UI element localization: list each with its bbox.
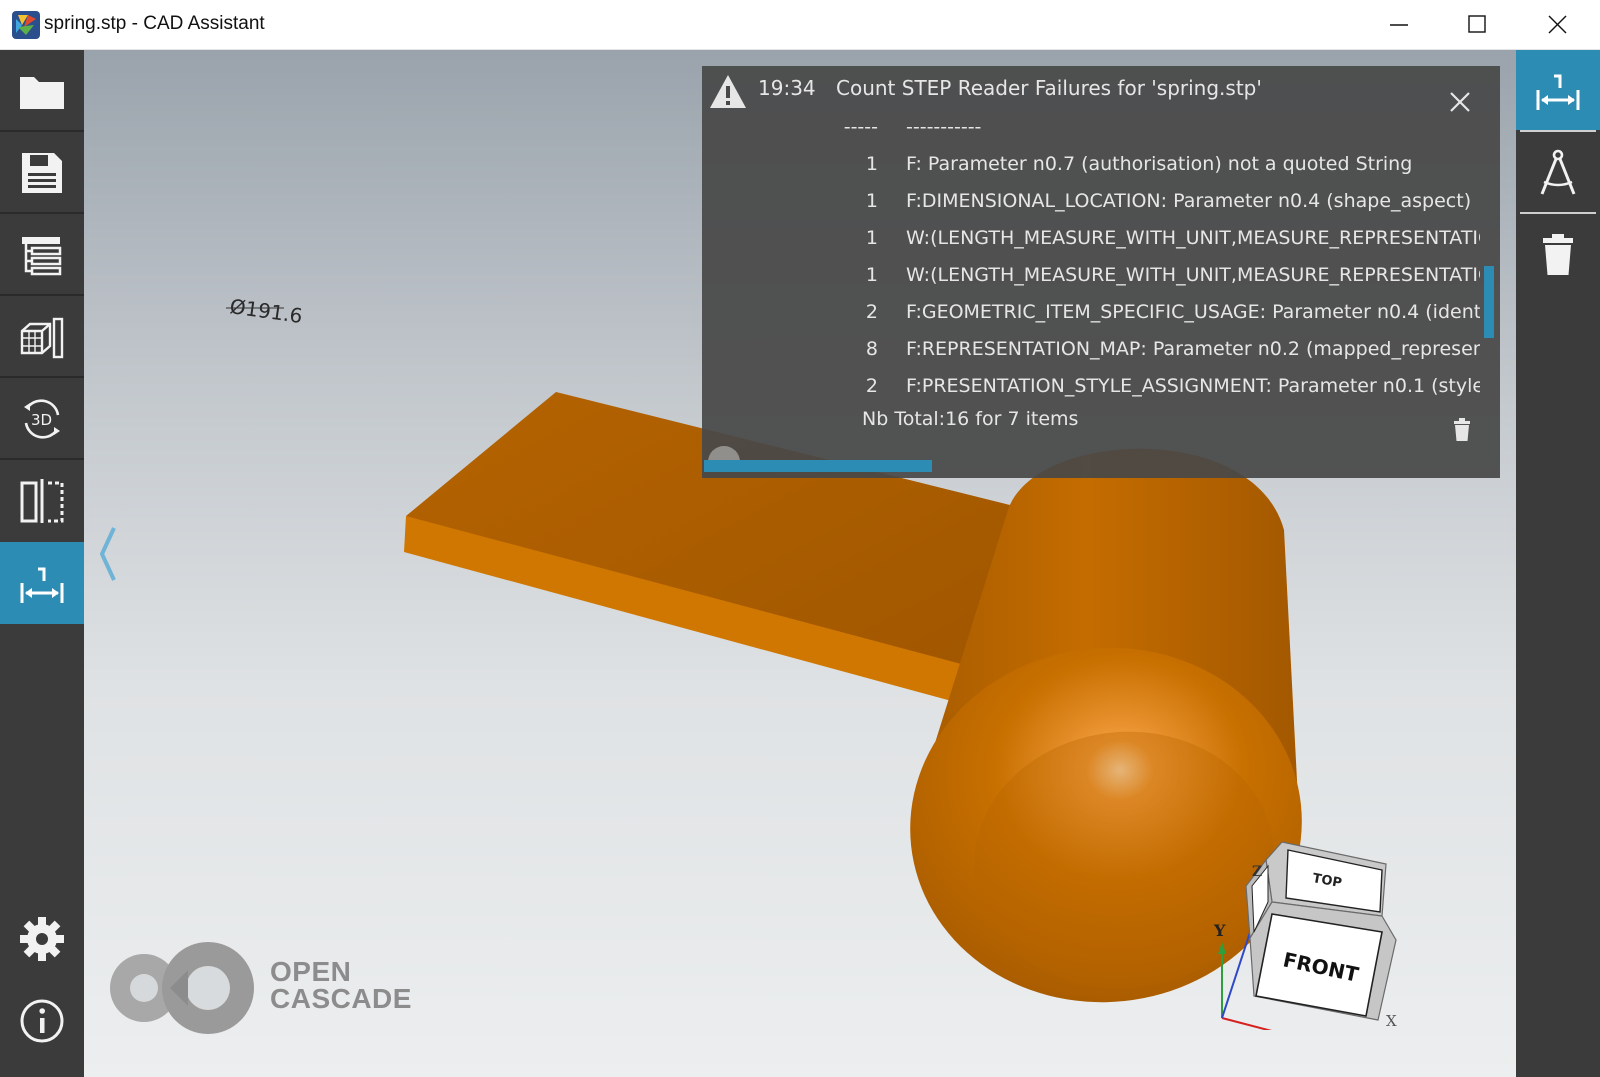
- message-title: Count STEP Reader Failures for 'spring.s…: [836, 76, 1262, 100]
- message-count: 2: [865, 301, 878, 323]
- opencascade-logo: [110, 942, 254, 1034]
- axis-x-label: X: [1386, 1012, 1397, 1030]
- explode-view-button[interactable]: [0, 296, 84, 378]
- message-row: 2 F:GEOMETRIC_ITEM_SPECIFIC_USAGE: Param…: [702, 297, 1480, 331]
- close-icon: [1548, 15, 1567, 34]
- message-list[interactable]: ----- ----------- 1 F: Parameter n0.7 (a…: [702, 112, 1480, 448]
- message-count: 1: [865, 153, 878, 175]
- message-text: -----------: [906, 116, 982, 138]
- message-row: ----- -----------: [702, 112, 1480, 146]
- app-icon: [12, 11, 40, 39]
- about-button[interactable]: [0, 980, 84, 1062]
- message-row: 2 F:PRESENTATION_STYLE_ASSIGNMENT: Param…: [702, 371, 1480, 405]
- message-time: 19:34: [758, 76, 816, 100]
- message-count: 1: [865, 190, 878, 212]
- model-tree-button[interactable]: [0, 214, 84, 296]
- axis-y-label: Y: [1213, 921, 1226, 940]
- collapse-panel-icon[interactable]: [98, 524, 118, 584]
- message-row: 1 F:DIMENSIONAL_LOCATION: Parameter n0.4…: [702, 186, 1480, 220]
- folder-icon: [20, 77, 64, 109]
- settings-button[interactable]: [0, 898, 84, 980]
- message-count: 2: [865, 375, 878, 397]
- save-button[interactable]: [0, 132, 84, 214]
- logo-line-2: CASCADE: [270, 983, 412, 1014]
- svg-text:3D: 3D: [31, 411, 52, 429]
- rotate-3d-icon: 3D: [24, 399, 60, 439]
- maximize-icon: [1468, 15, 1486, 33]
- distance-measure-button[interactable]: [1516, 50, 1600, 130]
- maximize-button[interactable]: [1440, 0, 1516, 50]
- message-text: W:(LENGTH_MEASURE_WITH_UNIT,MEASURE_REPR…: [906, 264, 1480, 286]
- message-row: 1 W:(LENGTH_MEASURE_WITH_UNIT,MEASURE_RE…: [702, 223, 1480, 257]
- minimize-button[interactable]: [1362, 0, 1438, 50]
- measure-arrows-icon: [20, 567, 64, 603]
- view-cube[interactable]: TOP FRONT Z Y X: [1210, 790, 1430, 1030]
- dimension-line: [225, 307, 284, 309]
- message-count: 1: [865, 227, 878, 249]
- title-bar: spring.stp - CAD Assistant: [0, 0, 1600, 50]
- minimize-icon: [1390, 24, 1408, 26]
- message-row: 1 F: Parameter n0.7 (authorisation) not …: [702, 149, 1480, 183]
- warning-icon: [710, 75, 746, 108]
- window-title: spring.stp - CAD Assistant: [44, 13, 265, 34]
- compass-icon: [1540, 149, 1576, 195]
- trash-icon: [1543, 234, 1573, 275]
- tree-list-icon: [22, 237, 62, 276]
- measure-button[interactable]: [0, 542, 84, 624]
- message-text: F:REPRESENTATION_MAP: Parameter n0.2 (ma…: [906, 338, 1480, 360]
- step-reader-messages-panel: 19:34 Count STEP Reader Failures for 'sp…: [702, 66, 1500, 478]
- left-toolbar: 3D: [0, 50, 84, 1077]
- trash-icon[interactable]: [1452, 418, 1472, 442]
- right-toolbar: [1516, 50, 1600, 1077]
- message-text: F:DIMENSIONAL_LOCATION: Parameter n0.4 (…: [906, 190, 1472, 212]
- delete-measure-button[interactable]: [1516, 214, 1600, 294]
- opencascade-wordmark: OPEN CASCADE: [270, 956, 412, 1014]
- message-row: 8 F:REPRESENTATION_MAP: Parameter n0.2 (…: [702, 334, 1480, 368]
- message-text: F: Parameter n0.7 (authorisation) not a …: [906, 153, 1413, 175]
- angle-measure-button[interactable]: [1516, 132, 1600, 212]
- axis-z-label: Z: [1252, 864, 1262, 880]
- measure-arrows-icon: [1536, 74, 1580, 110]
- message-text: F:GEOMETRIC_ITEM_SPECIFIC_USAGE: Paramet…: [906, 301, 1480, 323]
- close-icon[interactable]: [1448, 90, 1472, 114]
- message-text: F:PRESENTATION_STYLE_ASSIGNMENT: Paramet…: [906, 375, 1480, 397]
- gear-icon: [20, 917, 64, 961]
- message-count: -----: [843, 116, 878, 138]
- message-total: Nb Total:16 for 7 items: [862, 408, 1079, 430]
- logo-line-1: OPEN: [270, 956, 352, 987]
- horizontal-scrollbar[interactable]: [704, 460, 932, 472]
- message-row: 1 W:(LENGTH_MEASURE_WITH_UNIT,MEASURE_RE…: [702, 260, 1480, 294]
- message-count: 1: [865, 264, 878, 286]
- message-text: W:(LENGTH_MEASURE_WITH_UNIT,MEASURE_REPR…: [906, 227, 1480, 249]
- vertical-scrollbar[interactable]: [1484, 266, 1494, 338]
- clipping-button[interactable]: [0, 460, 84, 542]
- cube-grid-icon: [20, 317, 64, 359]
- message-count: 8: [865, 338, 878, 360]
- 3d-view-button[interactable]: 3D: [0, 378, 84, 460]
- close-button[interactable]: [1520, 0, 1596, 50]
- open-file-button[interactable]: [0, 50, 84, 132]
- section-plane-icon: [20, 479, 64, 523]
- floppy-disk-icon: [22, 153, 62, 193]
- info-icon: [20, 999, 64, 1043]
